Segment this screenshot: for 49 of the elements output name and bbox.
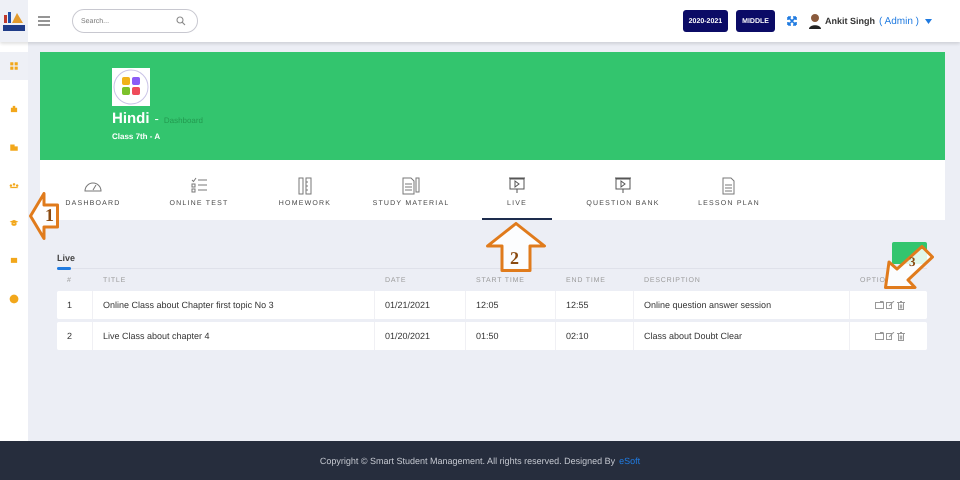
callout-number: 2 [510, 248, 519, 269]
folder-icon[interactable] [875, 332, 884, 340]
avatar-icon [808, 13, 821, 29]
section-underline [57, 267, 71, 270]
callout-arrow [486, 222, 546, 272]
graduation-cap-icon[interactable] [9, 218, 19, 228]
edit-icon[interactable] [886, 332, 895, 340]
table-cell: Online question answer session [634, 291, 850, 319]
delete-icon[interactable] [897, 300, 905, 310]
edit-icon[interactable] [886, 301, 895, 309]
building-icon[interactable] [9, 142, 19, 152]
folder-icon[interactable] [875, 301, 884, 309]
caret-icon[interactable] [925, 18, 932, 24]
menu-icon[interactable] [38, 16, 50, 26]
table-cell: Class about Doubt Clear [634, 322, 850, 350]
grid-icon[interactable] [9, 61, 19, 71]
table-cell: Live Class about chapter 4 [93, 322, 375, 350]
table-cell: 1 [57, 291, 93, 319]
callout-number: 3 [909, 254, 916, 270]
subject-title: Hindi [112, 110, 150, 127]
copyright-text: Copyright © Smart Student Management. All rights reserved. Designed By [320, 456, 616, 466]
logo-icon [0, 0, 28, 42]
coin-icon[interactable] [9, 294, 19, 304]
table-cell: 12:55 [556, 291, 634, 319]
table-cell: 02:10 [556, 322, 634, 350]
presentation-board-icon[interactable] [612, 177, 633, 195]
presentation-board-icon[interactable] [507, 177, 527, 195]
table-cell: 12:05 [466, 291, 556, 319]
table-cell: Online Class about Chapter first topic No 3 [93, 291, 375, 319]
subject-logo-icon [112, 68, 150, 106]
callout-arrow [884, 245, 934, 289]
table-cell: 01:50 [466, 322, 556, 350]
people-icon[interactable] [9, 180, 19, 190]
fullscreen-icon[interactable] [786, 16, 797, 26]
table-cell: 2 [57, 322, 93, 350]
checklist-icon[interactable] [189, 177, 209, 195]
search-icon[interactable] [176, 16, 186, 26]
section-title: Live [57, 253, 76, 263]
user-role[interactable]: ( Admin ) [878, 16, 919, 26]
callout-number: 1 [45, 205, 54, 226]
class-label: Class 7th - A [112, 132, 160, 141]
user-name[interactable]: Ankit Singh [824, 16, 875, 26]
table-cell: 01/20/2021 [375, 322, 466, 350]
document-pencil-icon[interactable] [401, 177, 421, 195]
sidebar-item[interactable] [0, 52, 28, 80]
table-cell: 01/21/2021 [375, 291, 466, 319]
title-separator: - [154, 111, 159, 126]
delete-icon[interactable] [897, 332, 905, 340]
box-icon[interactable] [9, 104, 19, 114]
